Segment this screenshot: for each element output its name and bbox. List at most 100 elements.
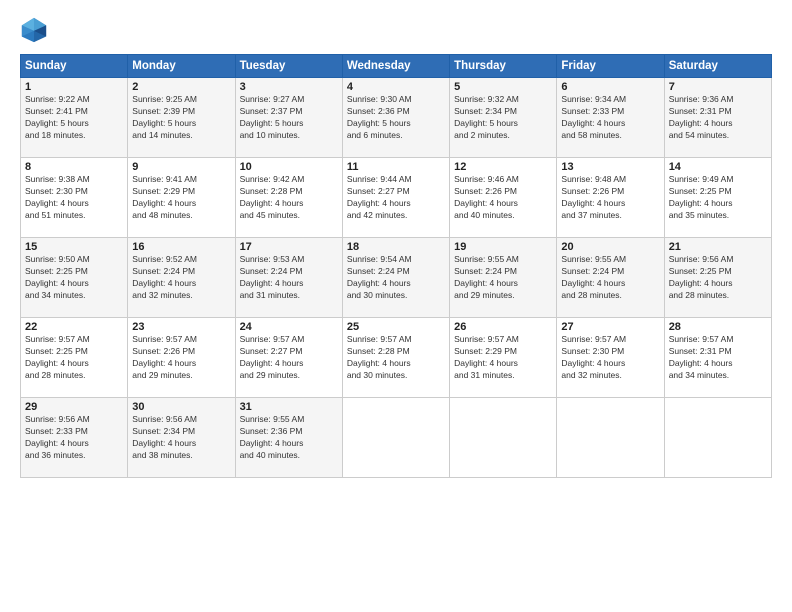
day-info: Sunrise: 9:54 AM Sunset: 2:24 PM Dayligh… xyxy=(347,254,445,302)
day-number: 24 xyxy=(240,321,338,333)
day-info: Sunrise: 9:57 AM Sunset: 2:31 PM Dayligh… xyxy=(669,334,767,382)
day-number: 20 xyxy=(561,241,659,253)
day-cell: 7Sunrise: 9:36 AM Sunset: 2:31 PM Daylig… xyxy=(664,78,771,158)
day-cell: 26Sunrise: 9:57 AM Sunset: 2:29 PM Dayli… xyxy=(450,318,557,398)
day-number: 6 xyxy=(561,81,659,93)
day-info: Sunrise: 9:55 AM Sunset: 2:36 PM Dayligh… xyxy=(240,414,338,462)
logo-icon xyxy=(20,16,48,44)
day-cell: 16Sunrise: 9:52 AM Sunset: 2:24 PM Dayli… xyxy=(128,238,235,318)
day-cell: 20Sunrise: 9:55 AM Sunset: 2:24 PM Dayli… xyxy=(557,238,664,318)
calendar-table: SundayMondayTuesdayWednesdayThursdayFrid… xyxy=(20,54,772,478)
day-info: Sunrise: 9:57 AM Sunset: 2:29 PM Dayligh… xyxy=(454,334,552,382)
day-info: Sunrise: 9:57 AM Sunset: 2:27 PM Dayligh… xyxy=(240,334,338,382)
day-cell: 12Sunrise: 9:46 AM Sunset: 2:26 PM Dayli… xyxy=(450,158,557,238)
header-cell-thursday: Thursday xyxy=(450,55,557,78)
day-number: 25 xyxy=(347,321,445,333)
day-cell: 2Sunrise: 9:25 AM Sunset: 2:39 PM Daylig… xyxy=(128,78,235,158)
day-info: Sunrise: 9:34 AM Sunset: 2:33 PM Dayligh… xyxy=(561,94,659,142)
day-number: 31 xyxy=(240,401,338,413)
day-cell: 9Sunrise: 9:41 AM Sunset: 2:29 PM Daylig… xyxy=(128,158,235,238)
day-cell: 30Sunrise: 9:56 AM Sunset: 2:34 PM Dayli… xyxy=(128,398,235,478)
day-cell: 18Sunrise: 9:54 AM Sunset: 2:24 PM Dayli… xyxy=(342,238,449,318)
day-cell: 25Sunrise: 9:57 AM Sunset: 2:28 PM Dayli… xyxy=(342,318,449,398)
day-cell: 8Sunrise: 9:38 AM Sunset: 2:30 PM Daylig… xyxy=(21,158,128,238)
day-cell: 31Sunrise: 9:55 AM Sunset: 2:36 PM Dayli… xyxy=(235,398,342,478)
day-info: Sunrise: 9:55 AM Sunset: 2:24 PM Dayligh… xyxy=(561,254,659,302)
day-number: 22 xyxy=(25,321,123,333)
header xyxy=(20,16,772,44)
day-number: 4 xyxy=(347,81,445,93)
day-info: Sunrise: 9:57 AM Sunset: 2:26 PM Dayligh… xyxy=(132,334,230,382)
header-cell-friday: Friday xyxy=(557,55,664,78)
day-cell xyxy=(664,398,771,478)
week-row-2: 8Sunrise: 9:38 AM Sunset: 2:30 PM Daylig… xyxy=(21,158,772,238)
day-number: 29 xyxy=(25,401,123,413)
day-number: 11 xyxy=(347,161,445,173)
day-info: Sunrise: 9:44 AM Sunset: 2:27 PM Dayligh… xyxy=(347,174,445,222)
day-number: 12 xyxy=(454,161,552,173)
day-number: 17 xyxy=(240,241,338,253)
day-info: Sunrise: 9:57 AM Sunset: 2:28 PM Dayligh… xyxy=(347,334,445,382)
day-info: Sunrise: 9:57 AM Sunset: 2:25 PM Dayligh… xyxy=(25,334,123,382)
day-cell: 21Sunrise: 9:56 AM Sunset: 2:25 PM Dayli… xyxy=(664,238,771,318)
day-number: 15 xyxy=(25,241,123,253)
day-info: Sunrise: 9:27 AM Sunset: 2:37 PM Dayligh… xyxy=(240,94,338,142)
day-info: Sunrise: 9:53 AM Sunset: 2:24 PM Dayligh… xyxy=(240,254,338,302)
day-number: 9 xyxy=(132,161,230,173)
day-info: Sunrise: 9:42 AM Sunset: 2:28 PM Dayligh… xyxy=(240,174,338,222)
day-cell: 6Sunrise: 9:34 AM Sunset: 2:33 PM Daylig… xyxy=(557,78,664,158)
day-number: 1 xyxy=(25,81,123,93)
day-number: 21 xyxy=(669,241,767,253)
day-cell: 24Sunrise: 9:57 AM Sunset: 2:27 PM Dayli… xyxy=(235,318,342,398)
day-cell: 5Sunrise: 9:32 AM Sunset: 2:34 PM Daylig… xyxy=(450,78,557,158)
day-cell: 23Sunrise: 9:57 AM Sunset: 2:26 PM Dayli… xyxy=(128,318,235,398)
day-cell xyxy=(557,398,664,478)
day-number: 10 xyxy=(240,161,338,173)
week-row-1: 1Sunrise: 9:22 AM Sunset: 2:41 PM Daylig… xyxy=(21,78,772,158)
day-info: Sunrise: 9:52 AM Sunset: 2:24 PM Dayligh… xyxy=(132,254,230,302)
day-cell: 19Sunrise: 9:55 AM Sunset: 2:24 PM Dayli… xyxy=(450,238,557,318)
day-cell: 11Sunrise: 9:44 AM Sunset: 2:27 PM Dayli… xyxy=(342,158,449,238)
day-info: Sunrise: 9:41 AM Sunset: 2:29 PM Dayligh… xyxy=(132,174,230,222)
day-number: 26 xyxy=(454,321,552,333)
header-cell-saturday: Saturday xyxy=(664,55,771,78)
day-info: Sunrise: 9:22 AM Sunset: 2:41 PM Dayligh… xyxy=(25,94,123,142)
day-cell: 28Sunrise: 9:57 AM Sunset: 2:31 PM Dayli… xyxy=(664,318,771,398)
day-number: 30 xyxy=(132,401,230,413)
day-info: Sunrise: 9:36 AM Sunset: 2:31 PM Dayligh… xyxy=(669,94,767,142)
day-info: Sunrise: 9:38 AM Sunset: 2:30 PM Dayligh… xyxy=(25,174,123,222)
day-number: 7 xyxy=(669,81,767,93)
day-cell: 29Sunrise: 9:56 AM Sunset: 2:33 PM Dayli… xyxy=(21,398,128,478)
day-number: 13 xyxy=(561,161,659,173)
header-cell-tuesday: Tuesday xyxy=(235,55,342,78)
day-number: 8 xyxy=(25,161,123,173)
day-number: 28 xyxy=(669,321,767,333)
day-number: 18 xyxy=(347,241,445,253)
day-cell: 17Sunrise: 9:53 AM Sunset: 2:24 PM Dayli… xyxy=(235,238,342,318)
page: SundayMondayTuesdayWednesdayThursdayFrid… xyxy=(0,0,792,612)
day-cell: 15Sunrise: 9:50 AM Sunset: 2:25 PM Dayli… xyxy=(21,238,128,318)
day-info: Sunrise: 9:56 AM Sunset: 2:34 PM Dayligh… xyxy=(132,414,230,462)
day-cell: 27Sunrise: 9:57 AM Sunset: 2:30 PM Dayli… xyxy=(557,318,664,398)
day-number: 23 xyxy=(132,321,230,333)
day-cell: 13Sunrise: 9:48 AM Sunset: 2:26 PM Dayli… xyxy=(557,158,664,238)
day-number: 14 xyxy=(669,161,767,173)
day-info: Sunrise: 9:49 AM Sunset: 2:25 PM Dayligh… xyxy=(669,174,767,222)
day-cell: 22Sunrise: 9:57 AM Sunset: 2:25 PM Dayli… xyxy=(21,318,128,398)
header-cell-sunday: Sunday xyxy=(21,55,128,78)
day-cell: 14Sunrise: 9:49 AM Sunset: 2:25 PM Dayli… xyxy=(664,158,771,238)
day-cell: 10Sunrise: 9:42 AM Sunset: 2:28 PM Dayli… xyxy=(235,158,342,238)
day-info: Sunrise: 9:25 AM Sunset: 2:39 PM Dayligh… xyxy=(132,94,230,142)
day-cell xyxy=(450,398,557,478)
day-number: 2 xyxy=(132,81,230,93)
day-cell: 1Sunrise: 9:22 AM Sunset: 2:41 PM Daylig… xyxy=(21,78,128,158)
day-info: Sunrise: 9:32 AM Sunset: 2:34 PM Dayligh… xyxy=(454,94,552,142)
week-row-3: 15Sunrise: 9:50 AM Sunset: 2:25 PM Dayli… xyxy=(21,238,772,318)
day-number: 19 xyxy=(454,241,552,253)
day-info: Sunrise: 9:56 AM Sunset: 2:25 PM Dayligh… xyxy=(669,254,767,302)
header-cell-monday: Monday xyxy=(128,55,235,78)
day-number: 5 xyxy=(454,81,552,93)
day-info: Sunrise: 9:48 AM Sunset: 2:26 PM Dayligh… xyxy=(561,174,659,222)
day-info: Sunrise: 9:57 AM Sunset: 2:30 PM Dayligh… xyxy=(561,334,659,382)
day-number: 27 xyxy=(561,321,659,333)
